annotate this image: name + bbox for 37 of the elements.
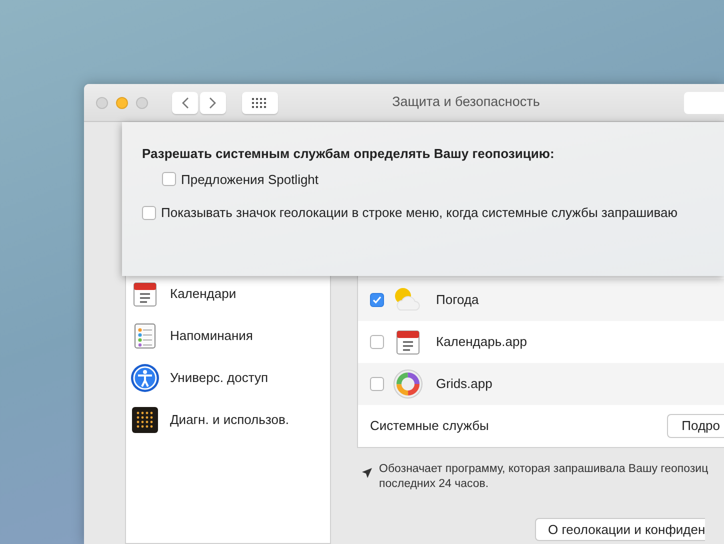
window-title: Защита и безопасность: [392, 94, 540, 110]
sidebar-item[interactable]: Напоминания: [126, 315, 330, 357]
option-label: Предложения Spotlight: [181, 170, 319, 189]
sheet-heading: Разрешать системным службам определять Вашу геопозицию:: [142, 145, 556, 163]
checkbox[interactable]: [370, 293, 384, 307]
location-arrow-icon: [361, 467, 373, 479]
checkbox[interactable]: [162, 172, 176, 186]
checkbox[interactable]: [370, 377, 384, 391]
chevron-right-icon: [209, 96, 217, 108]
app-name: Календарь.app: [436, 333, 527, 352]
about-location-button[interactable]: О геолокации и конфиден: [535, 518, 706, 542]
sidebar-item[interactable]: Диагн. и использов.: [126, 399, 330, 441]
checkbox[interactable]: [142, 206, 156, 220]
zoom-button[interactable]: [136, 96, 148, 108]
checkbox[interactable]: [370, 335, 384, 349]
calendar-icon: [131, 280, 159, 308]
app-name: Grids.app: [436, 375, 492, 394]
checkmark-icon: [372, 295, 382, 305]
color-ring-icon: [393, 369, 423, 399]
accessibility-icon: [130, 363, 160, 393]
show-all-button[interactable]: [242, 92, 278, 114]
system-services-label: Системные службы: [370, 417, 489, 436]
search-field[interactable]: [684, 92, 724, 114]
sidebar-item[interactable]: Универс. доступ: [126, 357, 330, 399]
chevron-left-icon: [181, 96, 189, 108]
dot-grid-icon: [132, 407, 158, 433]
sidebar-item[interactable]: Календари: [126, 273, 330, 315]
app-name: Погода: [436, 291, 479, 310]
calendar-icon: [394, 328, 422, 356]
grid-icon: [252, 98, 268, 108]
option-label: Показывать значок геолокации в строке меню, когда системные службы запрашиваю: [161, 204, 678, 222]
forward-button[interactable]: [200, 92, 226, 114]
back-button[interactable]: [172, 92, 198, 114]
close-button[interactable]: [96, 96, 108, 108]
location-note: Обозначает программу, которая запрашивала Вашу геопозиц последних 24 часов.: [379, 462, 708, 492]
minimize-button[interactable]: [116, 96, 128, 108]
details-button[interactable]: Подро: [666, 414, 724, 438]
